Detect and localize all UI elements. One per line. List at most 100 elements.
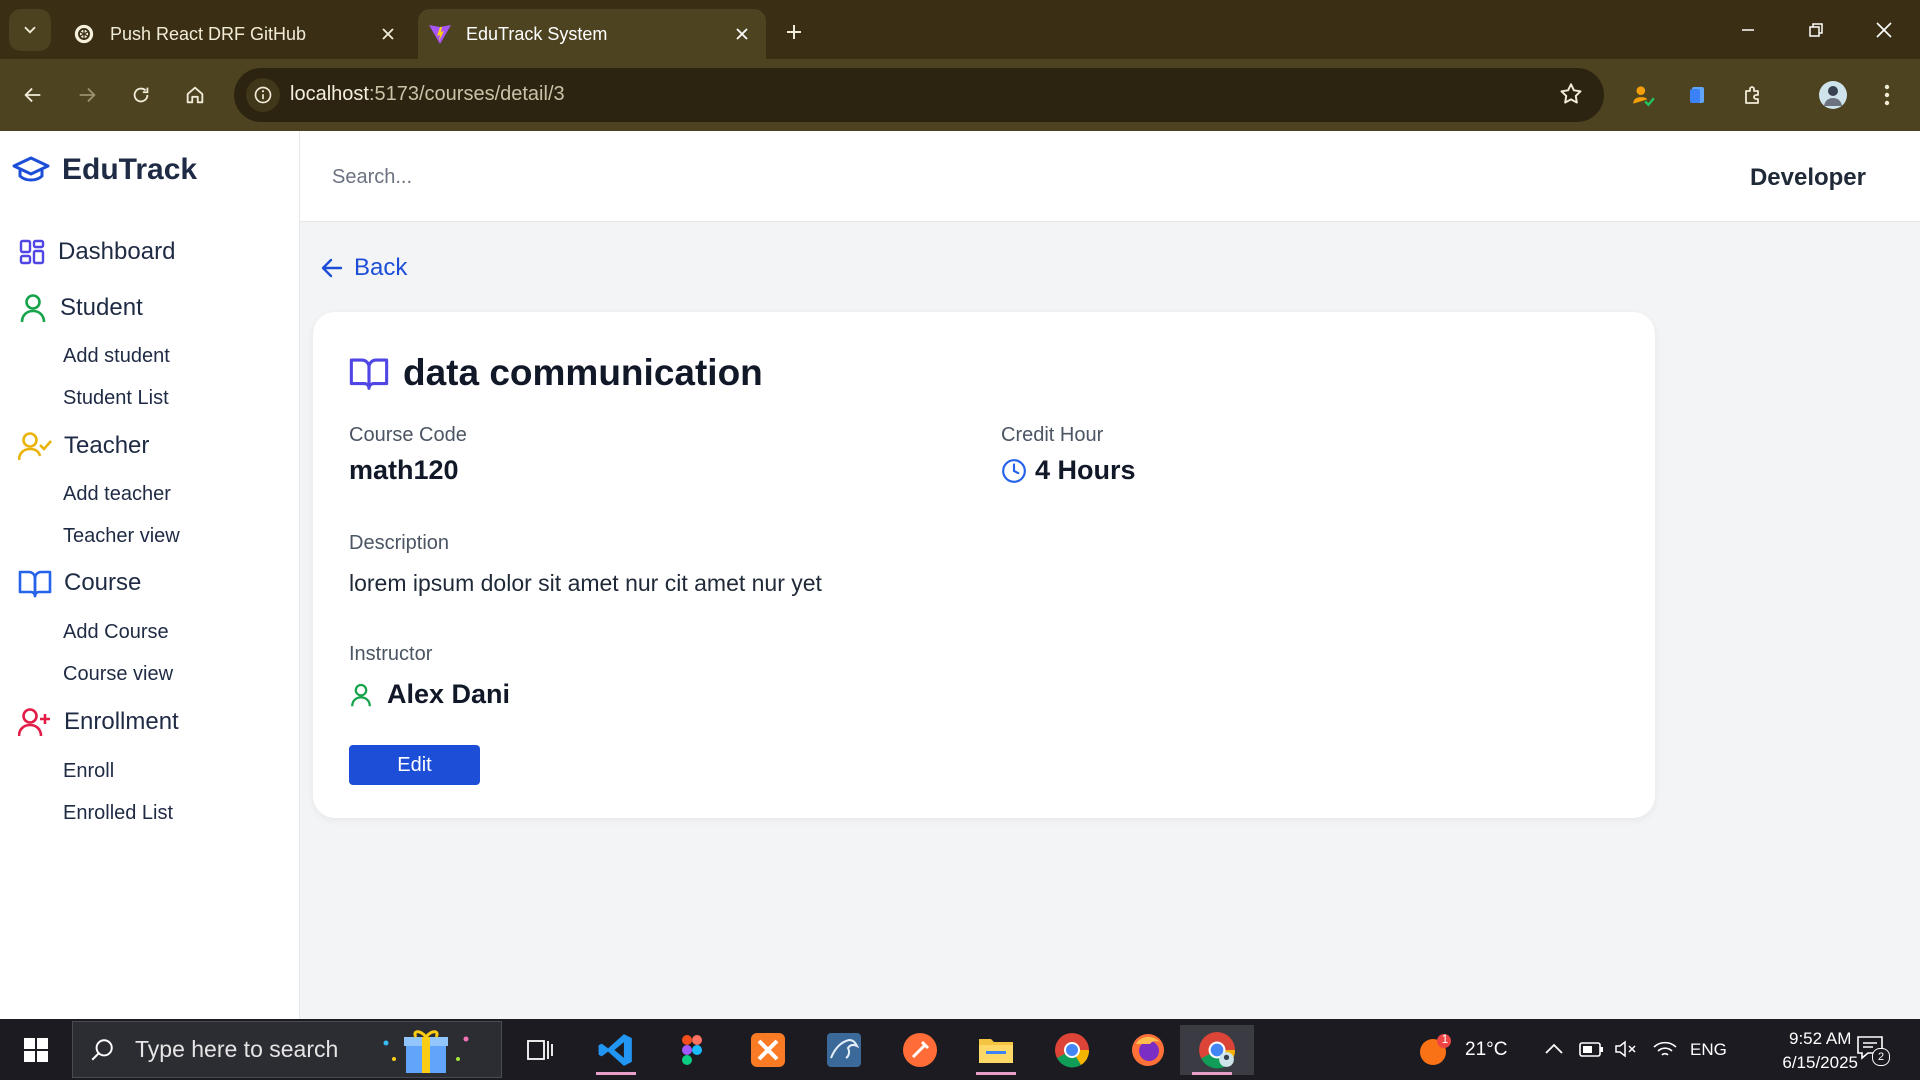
extensions-puzzle-icon[interactable] xyxy=(1732,74,1774,116)
sidebar-item-add-course[interactable]: Add Course xyxy=(63,621,169,644)
browser-tab-bar: Push React DRF GitHub EduTrack System xyxy=(0,0,1920,59)
sidebar-section-student[interactable]: Student xyxy=(18,292,143,324)
reload-button[interactable] xyxy=(120,74,162,116)
openai-icon xyxy=(72,22,96,46)
browser-menu-button[interactable] xyxy=(1866,74,1908,116)
address-bar[interactable]: localhost:5173/courses/detail/3 xyxy=(234,68,1604,122)
url-text[interactable]: localhost:5173/courses/detail/3 xyxy=(290,83,565,106)
brand-logo[interactable]: EduTrack xyxy=(12,153,197,187)
sidebar-item-label: Dashboard xyxy=(58,238,176,265)
user-icon xyxy=(20,294,46,323)
file-explorer-icon[interactable] xyxy=(964,1025,1028,1075)
profile-avatar[interactable] xyxy=(1812,74,1854,116)
sidebar-section-label: Course xyxy=(64,569,142,596)
course-title-text: data communication xyxy=(403,352,763,393)
credit-hour-text: 4 Hours xyxy=(1035,455,1136,485)
instructor-name: Alex Dani xyxy=(387,679,511,709)
dashboard-grid-icon xyxy=(19,239,45,265)
new-tab-button[interactable] xyxy=(778,16,810,48)
weather-badge: 1 xyxy=(1441,1032,1449,1046)
notification-count-badge: 2 xyxy=(1872,1048,1890,1066)
clock-icon xyxy=(1002,458,1026,483)
site-info-button[interactable] xyxy=(246,78,280,112)
close-icon xyxy=(1876,22,1892,38)
browser-tab-github[interactable]: Push React DRF GitHub xyxy=(62,9,412,59)
bookmark-star-icon[interactable] xyxy=(1558,81,1584,107)
start-button[interactable] xyxy=(14,1032,58,1068)
minimize-button[interactable] xyxy=(1726,8,1770,52)
close-window-button[interactable] xyxy=(1862,8,1906,52)
user-plus-icon xyxy=(18,708,50,737)
sidebar: EduTrack Dashboard Student Add student S… xyxy=(0,131,300,1019)
taskbar-search-box[interactable]: Type here to search xyxy=(72,1021,502,1078)
profile-check-extension-icon[interactable] xyxy=(1622,74,1664,116)
back-button[interactable] xyxy=(12,74,54,116)
arrow-left-icon xyxy=(321,258,343,278)
sidebar-item-enroll[interactable]: Enroll xyxy=(63,760,114,783)
tab-search-button[interactable] xyxy=(9,9,51,51)
chevron-down-icon xyxy=(24,26,36,34)
volume-mute-icon[interactable] xyxy=(1614,1039,1638,1059)
instructor-label: Instructor xyxy=(349,643,433,665)
back-link[interactable]: Back xyxy=(320,254,407,282)
search-icon xyxy=(91,1038,113,1060)
reload-icon xyxy=(133,87,149,103)
chevron-up-icon[interactable] xyxy=(1544,1041,1564,1055)
close-icon[interactable] xyxy=(730,22,754,46)
restore-icon xyxy=(1809,23,1823,37)
language-indicator[interactable]: ENG xyxy=(1690,1040,1727,1060)
sidebar-item-add-teacher[interactable]: Add teacher xyxy=(63,483,171,506)
forward-button[interactable] xyxy=(66,74,108,116)
notification-center-icon[interactable]: 2 xyxy=(1856,1035,1890,1066)
chrome-profile-icon[interactable] xyxy=(1180,1025,1254,1075)
home-icon xyxy=(186,86,204,104)
windows-taskbar: Type here to search 1 21°C ENG 9:52 AM 6… xyxy=(0,1019,1920,1080)
browser-tab-edutrack[interactable]: EduTrack System xyxy=(418,9,766,59)
sidebar-item-teacher-view[interactable]: Teacher view xyxy=(63,525,180,548)
sidebar-item-course-view[interactable]: Course view xyxy=(63,663,173,686)
instructor-value: Alex Dani xyxy=(349,679,510,710)
browser-toolbar: localhost:5173/courses/detail/3 xyxy=(0,59,1920,131)
battery-icon[interactable] xyxy=(1578,1039,1604,1059)
tab-title: Push React DRF GitHub xyxy=(110,23,307,44)
sidebar-item-student-list[interactable]: Student List xyxy=(63,387,169,410)
sidebar-section-enrollment[interactable]: Enrollment xyxy=(18,706,179,738)
user-menu[interactable]: Developer xyxy=(1750,164,1866,192)
sidebar-section-course[interactable]: Course xyxy=(18,568,141,598)
info-icon xyxy=(254,86,272,104)
sidebar-item-add-student[interactable]: Add student xyxy=(63,345,170,368)
clipboard-extension-icon[interactable] xyxy=(1677,74,1719,116)
xampp-icon[interactable] xyxy=(736,1025,800,1075)
chrome-icon[interactable] xyxy=(1040,1025,1104,1075)
vscode-icon[interactable] xyxy=(584,1025,648,1075)
weather-icon[interactable]: 1 xyxy=(1418,1032,1452,1067)
restore-button[interactable] xyxy=(1794,8,1838,52)
book-open-icon xyxy=(349,358,389,390)
search-input[interactable] xyxy=(330,153,814,201)
sidebar-section-teacher[interactable]: Teacher xyxy=(18,430,149,462)
postman-icon[interactable] xyxy=(888,1025,952,1075)
task-view-icon[interactable] xyxy=(508,1025,572,1075)
sidebar-item-enrolled-list[interactable]: Enrolled List xyxy=(63,802,173,825)
mysql-workbench-icon[interactable] xyxy=(812,1025,876,1075)
taskbar-clock[interactable]: 9:52 AM 6/15/2025 xyxy=(1782,1027,1858,1075)
sidebar-item-dashboard[interactable]: Dashboard xyxy=(18,238,175,266)
graduation-cap-icon xyxy=(12,156,50,182)
description-label: Description xyxy=(349,532,450,554)
vite-icon xyxy=(428,22,452,46)
gift-box-icon xyxy=(383,1029,469,1073)
edit-button[interactable]: Edit xyxy=(349,745,480,785)
home-button[interactable] xyxy=(174,74,216,116)
credit-hour-label: Credit Hour xyxy=(1001,424,1104,446)
course-code-label: Course Code xyxy=(349,424,467,446)
weather-temp[interactable]: 21°C xyxy=(1465,1039,1507,1061)
description-value: lorem ipsum dolor sit amet nur cit amet … xyxy=(349,570,822,596)
sidebar-section-label: Enrollment xyxy=(64,708,179,735)
url-host: localhost xyxy=(290,83,369,105)
firefox-icon[interactable] xyxy=(1116,1025,1180,1075)
wifi-icon[interactable] xyxy=(1652,1039,1678,1059)
user-check-icon xyxy=(18,432,52,461)
figma-icon[interactable] xyxy=(660,1025,724,1075)
close-icon[interactable] xyxy=(376,22,400,46)
course-detail-card: data communication Course Code math120 C… xyxy=(313,312,1655,818)
